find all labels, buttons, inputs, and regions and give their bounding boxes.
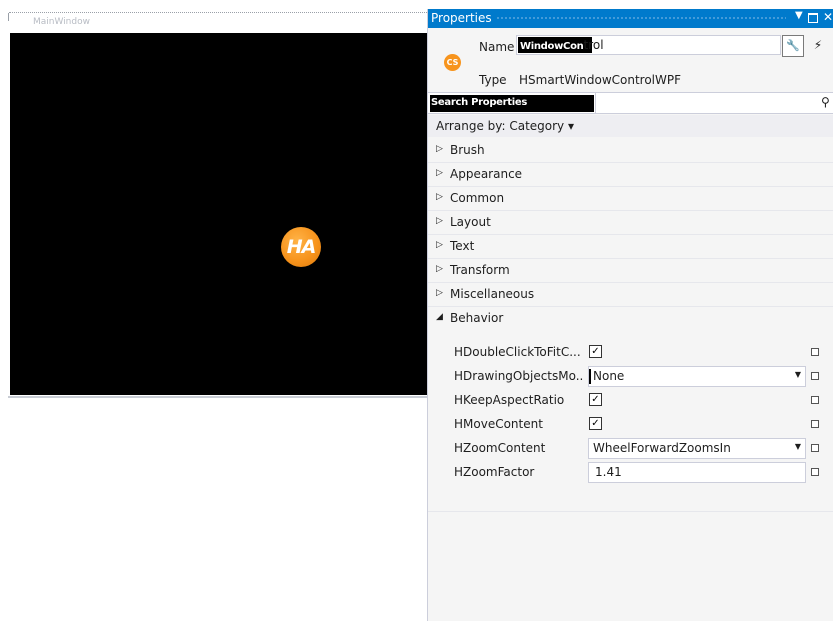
category-label: Layout [450,215,491,229]
hkeepaspectratio-checkbox[interactable]: ✓ [589,393,602,406]
property-row: HKeepAspectRatio ✓ [428,388,833,412]
arrange-by-bar[interactable]: Arrange by: Category ▾ [428,115,833,137]
main-window-title: MainWindow [33,17,90,27]
category-miscellaneous[interactable]: ▷ Miscellaneous [428,283,833,307]
select-value: WheelForwardZoomsIn [593,441,731,455]
property-marker-icon[interactable] [811,348,819,356]
property-marker-icon[interactable] [811,468,819,476]
property-row: HMoveContent ✓ [428,412,833,436]
name-input[interactable]: WindowControl [516,35,781,55]
property-name: HKeepAspectRatio [454,393,565,407]
category-layout[interactable]: ▷ Layout [428,211,833,235]
category-label: Transform [450,263,510,277]
properties-header: CS Name WindowControl 🔧 ⚡ Type HSmartWin… [428,28,833,92]
property-name: HDrawingObjectsMo... [454,369,584,383]
expand-arrow-icon[interactable]: ▷ [436,240,443,250]
properties-panel: Properties ▼ ✕ CS Name WindowControl 🔧 ⚡… [427,9,833,621]
property-name: HMoveContent [454,417,543,431]
expand-arrow-icon[interactable]: ▷ [436,288,443,298]
name-value-rest: trol [583,38,604,52]
property-marker-icon[interactable] [811,396,819,404]
name-label: Name [479,40,515,54]
hzoomfactor-input[interactable]: 1.41 [588,462,806,483]
titlebar-grip[interactable] [496,16,786,21]
object-type-icon: CS [444,54,461,71]
titlebar-tick [8,13,9,21]
property-marker-icon[interactable] [811,372,819,380]
expand-arrow-icon[interactable]: ▷ [436,264,443,274]
hzoomcontent-select[interactable]: WheelForwardZoomsIn ▼ [588,438,806,459]
category-label: Brush [450,143,485,157]
close-icon[interactable]: ✕ [823,10,833,24]
search-properties-bar[interactable]: Search Properties ⚲ [428,92,833,114]
category-label: Text [450,239,475,253]
expand-arrow-icon[interactable]: ▷ [436,216,443,226]
events-view-button[interactable]: ⚡ [808,35,828,55]
chevron-down-icon[interactable]: ▼ [795,442,801,451]
property-name: HZoomFactor [454,465,535,479]
select-value: None [593,369,625,383]
property-row: HDoubleClickToFitC... ✓ [428,340,833,364]
window-position-dropdown-icon[interactable]: ▼ [795,10,803,21]
expand-arrow-icon[interactable]: ▷ [436,168,443,178]
category-transform[interactable]: ▷ Transform [428,259,833,283]
category-label: Behavior [450,311,504,325]
expand-arrow-icon[interactable]: ▷ [436,192,443,202]
text-caret [589,369,591,384]
category-list: ▷ Brush ▷ Appearance ▷ Common ▷ Layout ▷ Text… [428,139,833,330]
lightning-icon: ⚡ [813,38,823,52]
chevron-down-icon[interactable]: ▼ [795,370,801,379]
property-name: HDoubleClickToFitC... [454,345,581,359]
type-value: HSmartWindowControlWPF [519,73,682,87]
smart-window-control-canvas[interactable]: HA [10,33,428,395]
search-input[interactable]: Search Properties [431,97,591,108]
designer-surface: MainWindow HA [0,0,428,621]
input-value: 1.41 [595,465,622,479]
property-marker-icon[interactable] [811,444,819,452]
category-brush[interactable]: ▷ Brush [428,139,833,163]
category-behavior[interactable]: ◢ Behavior [428,307,833,330]
type-label: Type [479,73,507,87]
search-divider [595,93,596,113]
property-marker-icon[interactable] [811,420,819,428]
arrange-by-dropdown[interactable]: Arrange by: Category ▾ [436,119,574,133]
property-row: HZoomFactor 1.41 [428,460,833,484]
category-label: Miscellaneous [450,287,535,301]
search-icon[interactable]: ⚲ [821,95,830,109]
name-value-selected: WindowCon [520,41,584,52]
property-row: HZoomContent WheelForwardZoomsIn ▼ [428,436,833,460]
properties-title: Properties [431,11,492,25]
hdrawingobjectsmode-select[interactable]: None ▼ [588,366,806,387]
hdoubleclicktofit-checkbox[interactable]: ✓ [589,345,602,358]
properties-view-button[interactable]: 🔧 [782,35,804,57]
property-row: HDrawingObjectsMo... None ▼ [428,364,833,388]
maximize-icon[interactable] [808,13,818,23]
collapse-arrow-icon[interactable]: ◢ [436,312,443,322]
hmovecontent-checkbox[interactable]: ✓ [589,417,602,430]
expand-arrow-icon[interactable]: ▷ [436,144,443,154]
halcon-logo: HA [281,227,321,267]
category-appearance[interactable]: ▷ Appearance [428,163,833,187]
panel-divider [428,511,833,512]
property-name: HZoomContent [454,441,546,455]
category-common[interactable]: ▷ Common [428,187,833,211]
main-window-titlebar[interactable]: MainWindow [8,12,427,33]
category-label: Appearance [450,167,523,181]
behavior-properties: HDoubleClickToFitC... ✓ HDrawingObjectsM… [428,340,833,484]
category-label: Common [450,191,505,205]
category-text[interactable]: ▷ Text [428,235,833,259]
wrench-icon: 🔧 [786,39,800,52]
canvas-bottom-edge [8,396,427,398]
properties-titlebar[interactable]: Properties ▼ ✕ [428,9,833,28]
name-value: WindowControl [520,38,604,52]
